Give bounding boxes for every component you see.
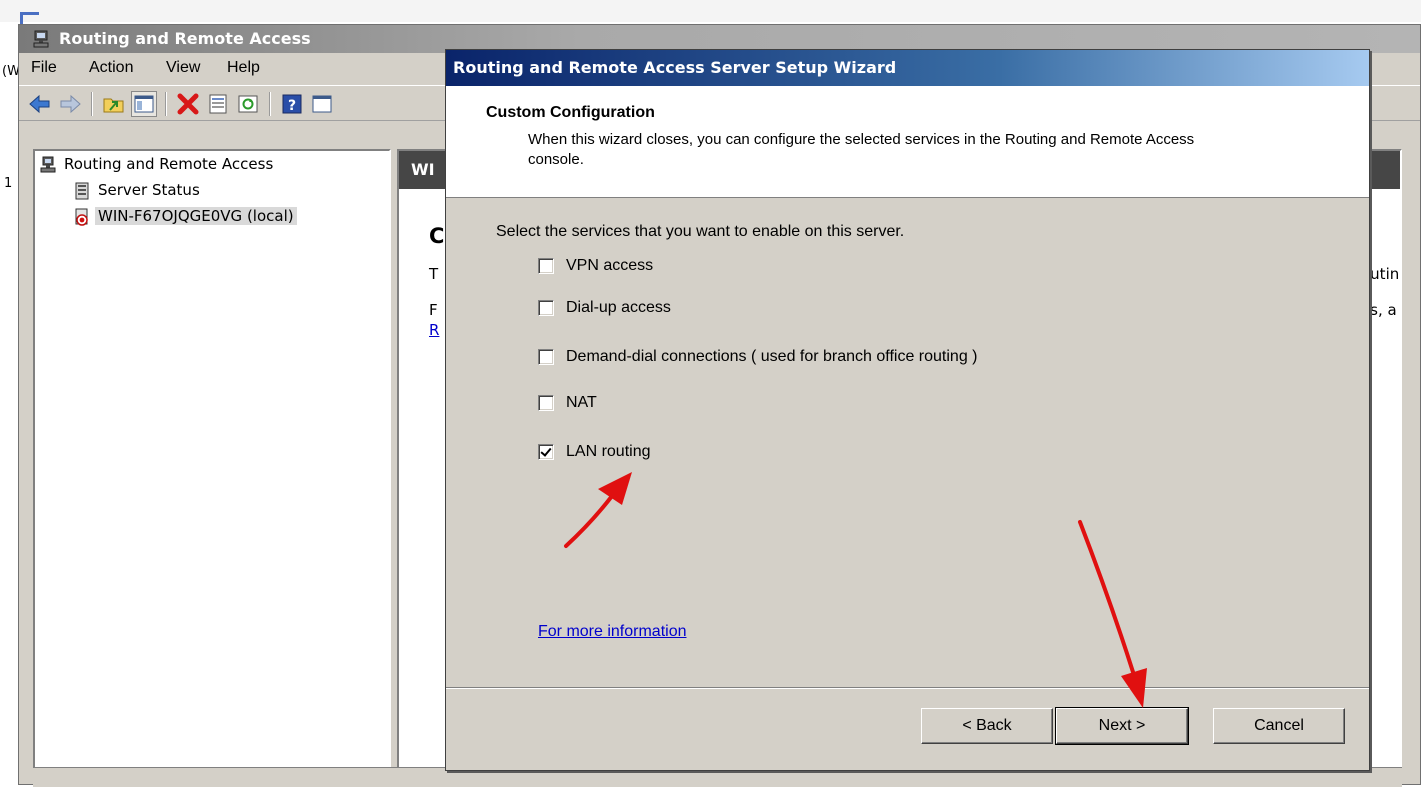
more-information-link[interactable]: For more information (538, 623, 687, 641)
toolbar-separator (91, 92, 93, 116)
tree-item-server-status[interactable]: Server Status (73, 181, 203, 200)
checkbox-label: VPN access (566, 257, 654, 274)
tree-item-label: Routing and Remote Access (64, 155, 274, 173)
checkbox-box[interactable] (538, 349, 554, 365)
server-console-icon (31, 29, 51, 49)
wizard-heading: Custom Configuration (486, 104, 655, 121)
services-prompt: Select the services that you want to ena… (496, 223, 905, 240)
results-heading-fragment: C (429, 224, 445, 248)
desktop-background-strip (0, 0, 1421, 22)
results-text-fragment: F (429, 301, 438, 319)
server-stopped-icon (73, 208, 91, 226)
server-console-icon (39, 156, 57, 174)
cancel-button[interactable]: Cancel (1213, 708, 1345, 744)
export-list-icon[interactable] (309, 91, 335, 117)
next-button[interactable]: Next > (1055, 707, 1189, 745)
console-tree-pane[interactable]: Routing and Remote Access Server Status … (33, 149, 391, 785)
checkbox-label: Demand-dial connections ( used for branc… (566, 348, 978, 365)
toolbar-separator (269, 92, 271, 116)
checkbox-label: LAN routing (566, 443, 651, 460)
menu-view[interactable]: View (166, 59, 200, 77)
checkbox-label: NAT (566, 394, 597, 411)
tree-item-label: Server Status (98, 181, 200, 199)
help-icon[interactable]: ? (279, 91, 305, 117)
wizard-header: Custom Configuration When this wizard cl… (446, 86, 1369, 198)
toolbar-separator (165, 92, 167, 116)
back-button[interactable]: < Back (921, 708, 1053, 744)
lan-routing-checkbox[interactable]: LAN routing (538, 441, 651, 463)
demand-dial-checkbox[interactable]: Demand-dial connections ( used for branc… (538, 346, 977, 368)
tree-item-routing-root[interactable]: Routing and Remote Access (39, 155, 276, 174)
back-arrow-icon[interactable] (27, 91, 53, 117)
menu-action[interactable]: Action (89, 59, 133, 77)
up-folder-icon[interactable] (101, 91, 127, 117)
checkbox-label: Dial-up access (566, 299, 671, 316)
menu-file[interactable]: File (31, 59, 57, 77)
svg-text:?: ? (288, 98, 296, 114)
results-link-fragment[interactable]: R (429, 321, 439, 339)
console-title: Routing and Remote Access (59, 29, 311, 48)
checkbox-box[interactable] (538, 395, 554, 411)
server-status-icon (73, 182, 91, 200)
wizard-subheading: When this wizard closes, you can configu… (528, 131, 1195, 168)
wizard-title-bar[interactable]: Routing and Remote Access Server Setup W… (446, 50, 1369, 86)
vpn-access-checkbox[interactable]: VPN access (538, 255, 653, 277)
checkbox-box[interactable] (538, 258, 554, 274)
delete-icon[interactable] (175, 91, 201, 117)
menu-help[interactable]: Help (227, 59, 260, 77)
forward-arrow-icon[interactable] (57, 91, 83, 117)
checkbox-box[interactable] (538, 300, 554, 316)
nat-checkbox[interactable]: NAT (538, 392, 597, 414)
checkbox-box[interactable] (538, 444, 554, 460)
setup-wizard-dialog: Routing and Remote Access Server Setup W… (445, 49, 1370, 771)
tree-item-label: WIN-F67OJQGE0VG (local) (95, 207, 297, 225)
wizard-footer-divider (446, 687, 1369, 689)
background-text-fragment: 1 (4, 176, 13, 191)
show-hide-console-tree-icon[interactable] (131, 91, 157, 117)
results-text-fragment: T (429, 265, 439, 283)
tree-item-server-local[interactable]: WIN-F67OJQGE0VG (local) (73, 207, 297, 226)
dialup-access-checkbox[interactable]: Dial-up access (538, 297, 671, 319)
refresh-icon[interactable] (235, 91, 261, 117)
properties-icon[interactable] (205, 91, 231, 117)
